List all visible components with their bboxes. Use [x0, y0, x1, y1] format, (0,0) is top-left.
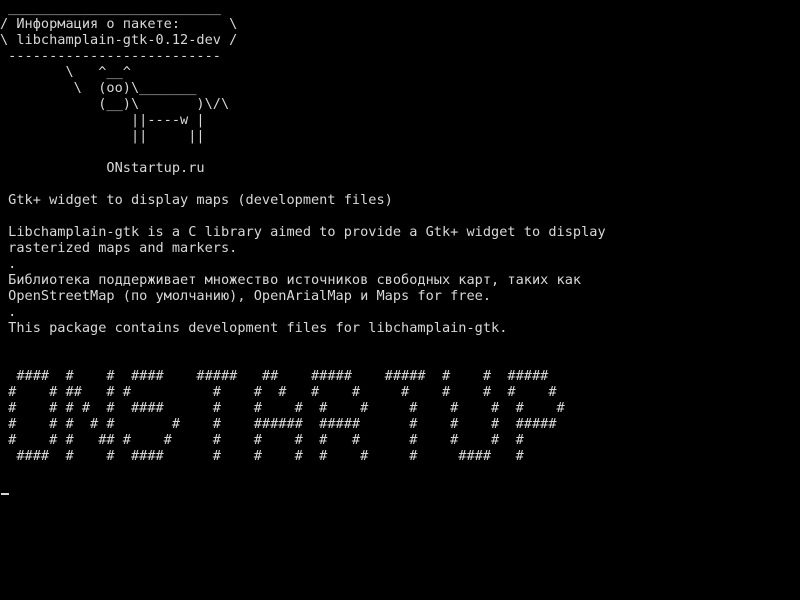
cowsay-bubble-bottom: --------------------------	[0, 48, 221, 64]
cowsay-bubble-line-2: \ libchamplain-gtk-0.12-dev /	[0, 32, 238, 48]
text-cursor[interactable]	[1, 493, 9, 495]
cow-art-line: || ||	[0, 128, 205, 144]
cow-art-line: \ (oo)\_______	[0, 80, 197, 96]
description-line: This package contains development files …	[0, 320, 508, 336]
package-summary: Gtk+ widget to display maps (development…	[0, 192, 393, 208]
description-line: OpenStreetMap (по умолчанию), OpenArialM…	[0, 288, 492, 304]
cowsay-bubble-top: __________________________	[0, 0, 221, 16]
description-separator: .	[0, 256, 17, 272]
description-line: rasterized maps and markers.	[0, 240, 238, 256]
banner-art-line: # # ## # # # # # # # # # # # #	[0, 384, 557, 400]
banner-art-line: # # # # # #### # # # # # # # # # #	[0, 400, 565, 416]
cow-art-line: ||----w |	[0, 112, 205, 128]
banner-art-line: #### # # #### # # # # # # #### #	[0, 448, 524, 464]
cow-art-line: \ ^__^	[0, 64, 131, 80]
cow-art-line: (__)\ )\/\	[0, 96, 230, 112]
banner-art-line: # # # ## # # # # # # # # # # #	[0, 432, 524, 448]
site-signature: ONstartup.ru	[0, 160, 205, 176]
banner-art-line: # # # # # # # ###### ##### # # # #####	[0, 416, 557, 432]
terminal-window[interactable]: __________________________ / Информация …	[0, 0, 800, 600]
cowsay-bubble-line-1: / Информация о пакете: \	[0, 16, 238, 32]
description-line: Библиотека поддерживает множество источн…	[0, 272, 582, 288]
banner-art-line: #### # # #### ##### ## ##### ##### # # #…	[0, 368, 549, 384]
description-line: Libchamplain-gtk is a C library aimed to…	[0, 224, 606, 240]
description-separator: .	[0, 304, 17, 320]
